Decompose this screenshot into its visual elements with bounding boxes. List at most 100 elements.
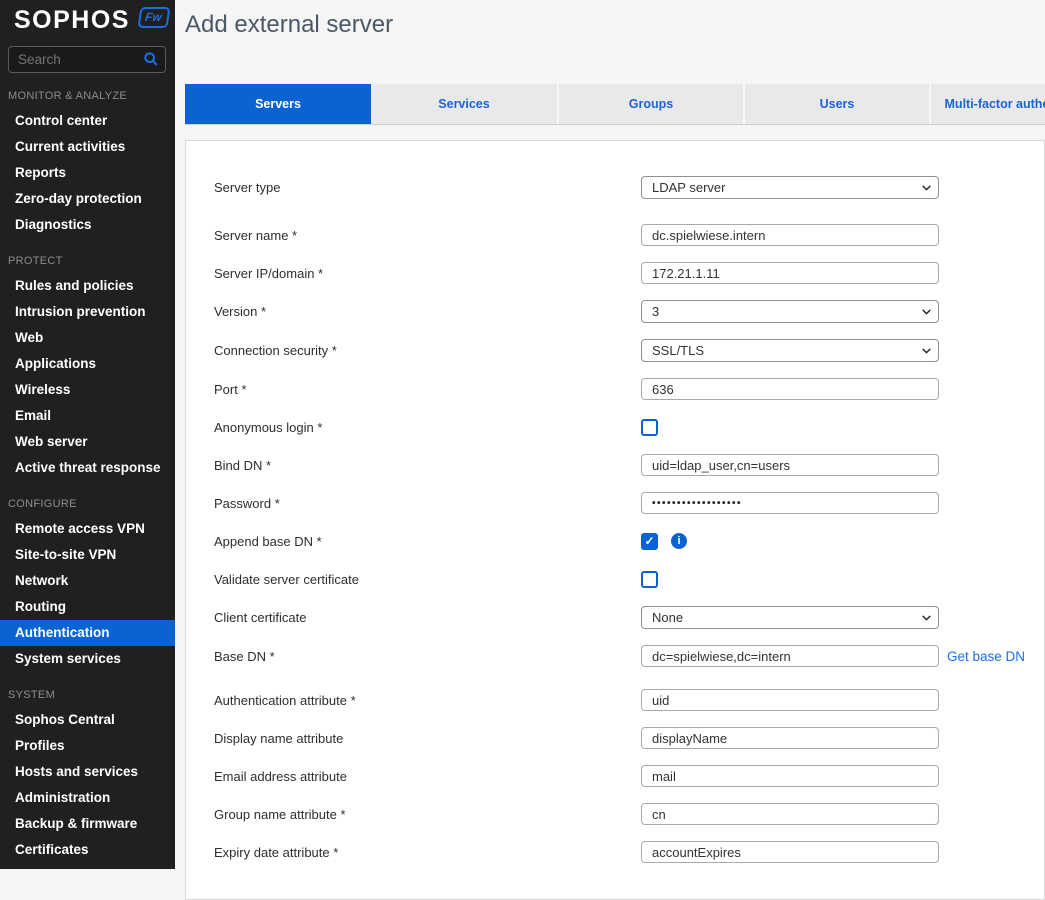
sidebar-item-remote-access-vpn[interactable]: Remote access VPN xyxy=(0,516,175,542)
server-ip-domain-input[interactable] xyxy=(641,262,939,284)
field-label: Validate server certificate xyxy=(214,572,641,587)
sidebar-item-intrusion-prevention[interactable]: Intrusion prevention xyxy=(0,299,175,325)
chevron-down-icon xyxy=(920,305,933,318)
field-control xyxy=(641,419,658,436)
sidebar-item-active-threat-response[interactable]: Active threat response xyxy=(0,455,175,481)
password-input[interactable] xyxy=(641,492,939,514)
server-type-select[interactable]: LDAP server xyxy=(641,176,939,199)
get-base-dn-link[interactable]: Get base DN xyxy=(947,649,1025,664)
selected-value: 3 xyxy=(652,304,659,319)
sidebar-item-web-server[interactable]: Web server xyxy=(0,429,175,455)
bind-dn-input[interactable] xyxy=(641,454,939,476)
sidebar-item-diagnostics[interactable]: Diagnostics xyxy=(0,212,175,238)
server-form: Server typeLDAP serverServer name *Serve… xyxy=(214,176,1044,863)
field-control xyxy=(641,224,939,246)
sidebar-item-sophos-central[interactable]: Sophos Central xyxy=(0,707,175,733)
sidebar-item-backup-firmware[interactable]: Backup & firmware xyxy=(0,811,175,837)
form-row-email-address-attribute: Email address attribute xyxy=(214,765,1044,787)
chevron-down-icon xyxy=(920,181,933,194)
form-row-append-base-dn: Append base DN *✓i xyxy=(214,530,1044,552)
expiry-date-attribute-input[interactable] xyxy=(641,841,939,863)
firewall-badge: Fw xyxy=(138,7,171,28)
sidebar-item-web[interactable]: Web xyxy=(0,325,175,351)
field-control xyxy=(641,727,939,749)
form-row-expiry-date-attribute: Expiry date attribute * xyxy=(214,841,1044,863)
sidebar-item-system-services[interactable]: System services xyxy=(0,646,175,672)
search-icon[interactable] xyxy=(143,51,159,72)
sidebar-item-wireless[interactable]: Wireless xyxy=(0,377,175,403)
form-row-client-certificate: Client certificateNone xyxy=(214,606,1044,629)
chevron-down-icon xyxy=(920,344,933,357)
sidebar-item-rules-and-policies[interactable]: Rules and policies xyxy=(0,273,175,299)
chevron-down-icon xyxy=(920,611,933,624)
server-name-input[interactable] xyxy=(641,224,939,246)
tab-servers[interactable]: Servers xyxy=(185,84,371,124)
sidebar-item-routing[interactable]: Routing xyxy=(0,594,175,620)
validate-server-certificate-checkbox[interactable] xyxy=(641,571,658,588)
field-label: Version * xyxy=(214,304,641,319)
tab-users[interactable]: Users xyxy=(743,84,929,124)
form-row-connection-security: Connection security *SSL/TLS xyxy=(214,339,1044,362)
form-row-port: Port * xyxy=(214,378,1044,400)
field-control: Get base DN xyxy=(641,645,1025,667)
field-label: Group name attribute * xyxy=(214,807,641,822)
form-panel: Server typeLDAP serverServer name *Serve… xyxy=(185,140,1045,900)
sidebar-item-reports[interactable]: Reports xyxy=(0,160,175,186)
email-address-attribute-input[interactable] xyxy=(641,765,939,787)
main-content: Add external server ServersServicesGroup… xyxy=(175,0,1045,869)
form-row-server-type: Server typeLDAP server xyxy=(214,176,1044,199)
client-certificate-select[interactable]: None xyxy=(641,606,939,629)
field-control xyxy=(641,378,939,400)
sidebar-item-network[interactable]: Network xyxy=(0,568,175,594)
authentication-attribute-input[interactable] xyxy=(641,689,939,711)
field-control xyxy=(641,571,658,588)
append-base-dn-checkbox[interactable]: ✓ xyxy=(641,533,658,550)
sidebar-item-authentication[interactable]: Authentication xyxy=(0,620,175,646)
tab-groups[interactable]: Groups xyxy=(557,84,743,124)
sidebar-item-current-activities[interactable]: Current activities xyxy=(0,134,175,160)
field-control: ✓i xyxy=(641,533,687,550)
port-input[interactable] xyxy=(641,378,939,400)
sidebar-item-profiles[interactable]: Profiles xyxy=(0,733,175,759)
field-control xyxy=(641,803,939,825)
sidebar-item-applications[interactable]: Applications xyxy=(0,351,175,377)
logo-row: SOPHOS Fw xyxy=(0,0,175,33)
sidebar-item-certificates[interactable]: Certificates xyxy=(0,837,175,863)
field-control xyxy=(641,689,939,711)
tab-services[interactable]: Services xyxy=(371,84,557,124)
version-select[interactable]: 3 xyxy=(641,300,939,323)
field-label: Email address attribute xyxy=(214,769,641,784)
sidebar: SOPHOS Fw MONITOR & ANALYZE Control cente… xyxy=(0,0,175,869)
group-name-attribute-input[interactable] xyxy=(641,803,939,825)
field-control xyxy=(641,262,939,284)
tab-bar: ServersServicesGroupsUsersMulti-factor a… xyxy=(185,84,1045,125)
sidebar-item-control-center[interactable]: Control center xyxy=(0,108,175,134)
sidebar-section-title: MONITOR & ANALYZE xyxy=(8,90,175,102)
sidebar-item-site-to-site-vpn[interactable]: Site-to-site VPN xyxy=(0,542,175,568)
form-row-server-ip-domain: Server IP/domain * xyxy=(214,262,1044,284)
form-row-version: Version * 3 xyxy=(214,300,1044,323)
base-dn-input[interactable] xyxy=(641,645,939,667)
form-row-display-name-attribute: Display name attribute xyxy=(214,727,1044,749)
field-label: Port * xyxy=(214,382,641,397)
field-control xyxy=(641,765,939,787)
field-label: Connection security * xyxy=(214,343,641,358)
sidebar-item-administration[interactable]: Administration xyxy=(0,785,175,811)
page-title: Add external server xyxy=(175,0,1045,40)
field-label: Expiry date attribute * xyxy=(214,845,641,860)
anonymous-login-checkbox[interactable] xyxy=(641,419,658,436)
field-label: Bind DN * xyxy=(214,458,641,473)
sidebar-item-hosts-and-services[interactable]: Hosts and services xyxy=(0,759,175,785)
sidebar-item-email[interactable]: Email xyxy=(0,403,175,429)
sidebar-section-title: CONFIGURE xyxy=(8,498,175,510)
info-icon[interactable]: i xyxy=(671,533,687,549)
connection-security-select[interactable]: SSL/TLS xyxy=(641,339,939,362)
field-label: Base DN * xyxy=(214,649,641,664)
field-control: LDAP server xyxy=(641,176,939,199)
tab-multi-factor-authentication[interactable]: Multi-factor authentication xyxy=(929,84,1045,124)
form-row-authentication-attribute: Authentication attribute * xyxy=(214,689,1044,711)
display-name-attribute-input[interactable] xyxy=(641,727,939,749)
field-label: Anonymous login * xyxy=(214,420,641,435)
field-control: None xyxy=(641,606,939,629)
sidebar-item-zero-day-protection[interactable]: Zero-day protection xyxy=(0,186,175,212)
